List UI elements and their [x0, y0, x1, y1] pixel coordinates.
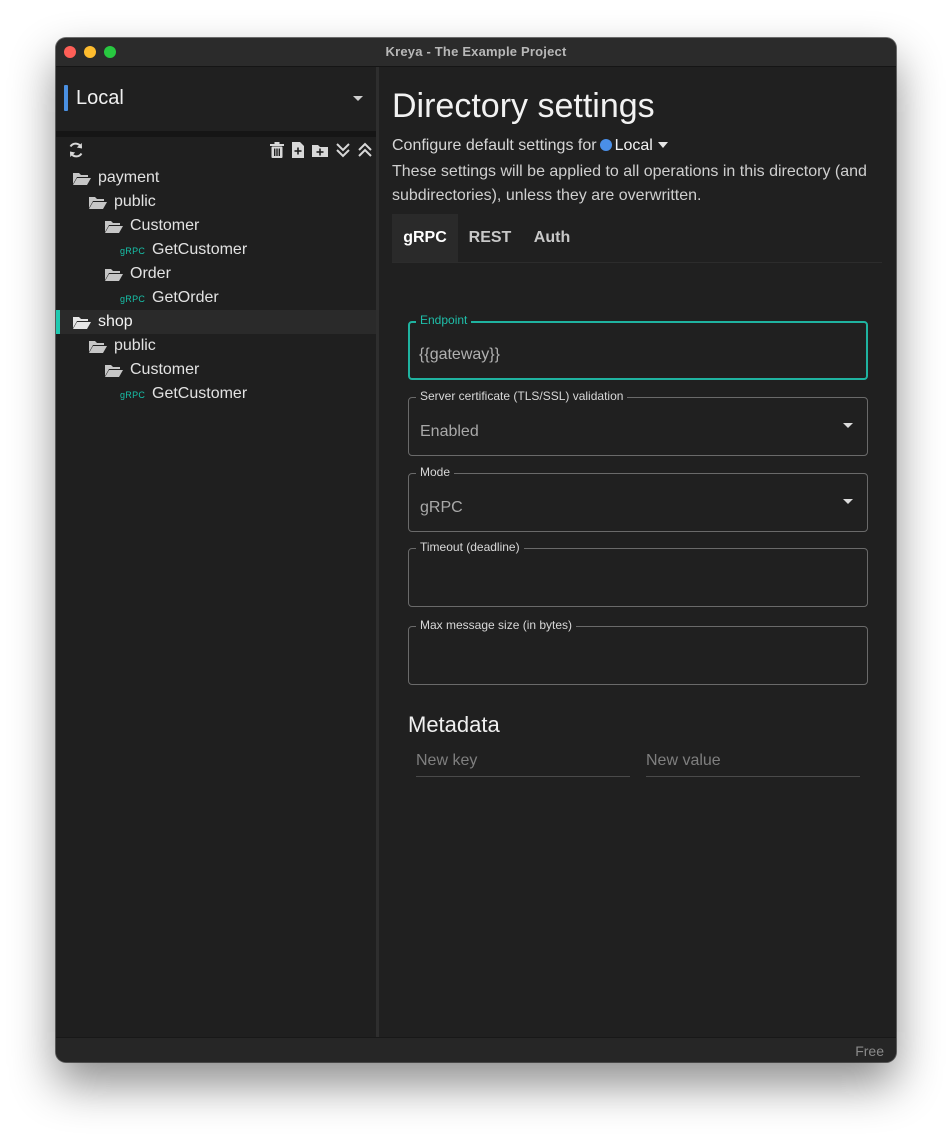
title-bar: Kreya - The Example Project: [56, 38, 896, 67]
expand-all-icon[interactable]: [334, 141, 352, 159]
metadata-heading: Metadata: [408, 712, 500, 737]
tree-item-label: public: [114, 337, 156, 354]
tab-rest[interactable]: REST: [458, 214, 522, 262]
page-title: Directory settings: [392, 87, 655, 125]
folder-open-icon: [105, 269, 123, 281]
new-file-icon[interactable]: [289, 141, 307, 159]
configure-line: Configure default settings for Local: [392, 137, 668, 155]
tree-item-getcustomer[interactable]: gRPC GetCustomer: [56, 382, 376, 406]
project-tree: payment public Customer gRPC GetCustomer: [56, 166, 376, 406]
metadata-value-input[interactable]: [646, 749, 860, 777]
tree-item-payment[interactable]: payment: [56, 166, 376, 190]
tree-item-label: GetCustomer: [152, 385, 248, 402]
plan-label: Free: [855, 1043, 884, 1059]
tree-item-label: GetOrder: [152, 289, 219, 306]
endpoint-label: Endpoint: [416, 313, 472, 327]
tree-item-customer[interactable]: Customer: [56, 358, 376, 382]
environment-dropdown[interactable]: Local: [615, 137, 653, 154]
timeout-input[interactable]: [419, 570, 849, 594]
tls-validation-label: Server certificate (TLS/SSL) validation: [416, 389, 628, 403]
status-bar: Free: [56, 1037, 896, 1062]
folder-open-icon: [105, 221, 123, 233]
delete-icon[interactable]: [268, 141, 286, 159]
tree-item-label: public: [114, 193, 156, 210]
chevron-down-icon: [353, 96, 363, 101]
directory-settings-panel: Directory settings Configure default set…: [379, 67, 896, 1037]
grpc-method-badge: gRPC: [120, 294, 146, 304]
mode-value: gRPC: [420, 499, 463, 516]
tab-grpc[interactable]: gRPC: [392, 214, 458, 262]
refresh-icon[interactable]: [67, 141, 85, 159]
tree-item-label: Customer: [130, 361, 200, 378]
chevron-down-icon: [843, 499, 853, 504]
settings-description: These settings will be applied to all op…: [392, 163, 867, 204]
settings-tabs: gRPC REST Auth: [392, 214, 882, 263]
tree-item-label: GetCustomer: [152, 241, 248, 258]
environment-color-bar: [64, 85, 68, 111]
tree-item-label: payment: [98, 169, 160, 186]
grpc-method-badge: gRPC: [120, 246, 146, 256]
collapse-all-icon[interactable]: [356, 141, 374, 159]
app-window: Kreya - The Example Project Local paymen…: [56, 38, 896, 1062]
metadata-key-input[interactable]: [416, 749, 630, 777]
new-folder-icon[interactable]: [311, 141, 329, 159]
max-message-size-input[interactable]: [419, 648, 849, 672]
tree-item-getcustomer[interactable]: gRPC GetCustomer: [56, 238, 376, 262]
grpc-method-badge: gRPC: [120, 390, 146, 400]
window-title: Kreya - The Example Project: [385, 44, 567, 59]
tree-item-label: Order: [130, 265, 171, 282]
folder-open-icon: [105, 365, 123, 377]
mode-box: [408, 473, 868, 532]
tls-validation-value: Enabled: [420, 423, 479, 440]
folder-open-icon: [89, 197, 107, 209]
tree-toolbar: [56, 138, 376, 166]
folder-open-icon: [73, 317, 91, 329]
chevron-down-icon[interactable]: [657, 142, 668, 148]
tree-item-public[interactable]: public: [56, 334, 376, 358]
tab-auth[interactable]: Auth: [522, 214, 582, 262]
folder-open-icon: [73, 173, 91, 185]
tree-item-public[interactable]: public: [56, 190, 376, 214]
tree-item-getorder[interactable]: gRPC GetOrder: [56, 286, 376, 310]
tree-item-customer[interactable]: Customer: [56, 214, 376, 238]
chevron-down-icon: [843, 423, 853, 428]
tree-item-label: Customer: [130, 217, 200, 234]
timeout-label: Timeout (deadline): [416, 540, 524, 554]
folder-open-icon: [89, 341, 107, 353]
environment-dot-icon: [599, 139, 612, 151]
tree-item-label: shop: [98, 313, 133, 330]
tree-item-shop[interactable]: shop: [56, 310, 376, 334]
environment-name: Local: [76, 87, 124, 109]
endpoint-input[interactable]: [419, 343, 849, 367]
max-message-size-label: Max message size (in bytes): [416, 618, 577, 632]
tree-item-order[interactable]: Order: [56, 262, 376, 286]
configure-prefix: Configure default settings for: [392, 137, 597, 154]
sidebar: Local payment public Customer gRPC GetCu…: [56, 67, 379, 1037]
environment-selector[interactable]: Local: [56, 67, 376, 137]
mode-label: Mode: [416, 465, 455, 479]
